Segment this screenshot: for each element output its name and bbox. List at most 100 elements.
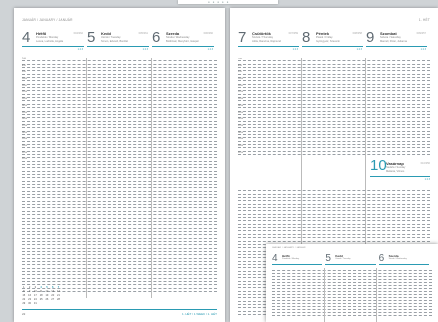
day-number: 7 [238, 29, 247, 46]
day-of-year: 009/357 [416, 32, 426, 35]
day-number: 6 [152, 29, 161, 46]
day-column: 9 Szombat Sobota / Saturday Marcell, Péter,… [366, 28, 430, 56]
page-header-month: JANUÁR / JANUARY / JANUÁR [22, 18, 73, 22]
hour-grid: 7.00 8.00 9.00 10.00 11.00 12.00 13.00 14.00 15.… [22, 58, 217, 293]
day-column: 6 Szerda Streda / Wednesday Boldizsár, Meny… [152, 28, 217, 56]
hour-label: 20.00 [238, 144, 244, 147]
hour-label: 16.00 [238, 118, 244, 121]
document-viewer: ● ● ● ● ● JANUÁR / JANUARY / JANUÁR 4 Hét… [0, 0, 438, 322]
hour-label: 15.00 [238, 111, 244, 114]
calendar-day[interactable] [51, 302, 55, 306]
planner-page-preview[interactable]: JANUÁR / JANUARY / JANUÁR 4 Hétfő Pondelok… [266, 244, 438, 322]
day-of-year: 008/358 [352, 32, 362, 35]
hour-label: 14.00 [22, 104, 28, 107]
calendar-day[interactable] [45, 302, 49, 306]
page-indicator-dots: ● ● ● ● ● [208, 0, 230, 4]
mini-marks: 1 2 3 [207, 48, 213, 51]
hour-label: 15.00 [22, 111, 28, 114]
day-rule [325, 264, 376, 265]
hour-label: 10.00 [238, 78, 244, 81]
calendar-day[interactable]: 31 [34, 302, 38, 306]
hour-label: 21.00 [22, 151, 28, 154]
hour-label: 17.00 [22, 124, 28, 127]
hour-label: 19.00 [238, 138, 244, 141]
page-header-week: 1. HÉT [418, 18, 430, 22]
calendar-day[interactable] [57, 302, 61, 306]
day-of-year: 006/360 [203, 32, 213, 35]
day-column: 7 Csütörtök Štvrtok / Thursday Attila, Ramó… [238, 28, 302, 56]
mini-marks: 1 2 3 [424, 178, 430, 181]
hour-label: 22.00 [22, 158, 28, 161]
hour-label: 12.00 [22, 91, 28, 94]
calendar-day[interactable]: 29 [22, 302, 26, 306]
column-divider [151, 58, 152, 298]
hour-label: 17.00 [238, 124, 244, 127]
hour-label: 14.00 [238, 104, 244, 107]
day-number: 9 [366, 29, 375, 46]
day-rule [378, 264, 429, 265]
hour-label: 18.00 [238, 131, 244, 134]
hour-label: 7.00 [22, 58, 26, 60]
hour-label: 21.00 [238, 151, 244, 154]
week-label: 1. HÉT / 1 WEEK / 1. HÉT [182, 312, 217, 316]
calendar-day[interactable]: 30 [28, 302, 32, 306]
day-rule [370, 176, 430, 177]
hour-label: 16.00 [22, 118, 28, 121]
calendar-day[interactable] [39, 302, 43, 306]
mini-marks: 1 2 3 [77, 48, 83, 51]
day-number: 5 [87, 29, 96, 46]
day-of-year: 010/356 [420, 162, 430, 165]
day-name-translation: Utorok / Tuesday [335, 258, 351, 260]
hour-label: 10.00 [22, 78, 28, 81]
previous-page-edge[interactable]: ● ● ● ● ● [178, 0, 278, 4]
hour-label: 18.00 [22, 131, 28, 134]
planner-page-left[interactable]: JANUÁR / JANUARY / JANUÁR 4 Hétfő Pondelok… [14, 8, 225, 322]
mini-marks: 1 2 3 [292, 48, 298, 51]
hour-label: 12.00 [238, 91, 244, 94]
day-of-year: 007/359 [288, 32, 298, 35]
day-number: 10 [370, 157, 387, 174]
day-name-translation: Pondelok / Monday [282, 258, 300, 260]
name-days: Attila, Ramóna, Rajmund [252, 39, 281, 43]
day-number: 4 [22, 29, 31, 46]
hour-label: 11.00 [238, 84, 243, 87]
day-of-year: 004/362 [73, 32, 83, 35]
column-divider [376, 268, 377, 322]
day-rule [238, 46, 299, 47]
day-number: 6 [378, 253, 385, 264]
day-rule [272, 264, 323, 265]
day-rule [152, 46, 214, 47]
day-rule [22, 46, 84, 47]
day-column: 8 Péntek Piatok / Friday Gyöngyvér, Szeveri… [302, 28, 366, 56]
hour-row[interactable]: 21.00 [238, 152, 430, 155]
day-column: 5 Kedd Utorok / Tuesday Simon, Edvard, Boni… [87, 28, 152, 56]
name-days: Gyöngyvér, Szeverin [316, 39, 340, 43]
mini-calendar: 1 2 3 4 5 6 7 8 9 10 11 12 13 14 15 16 17 18 19 20 21 22 23 24 2… [22, 286, 82, 306]
mini-marks: 1 2 3 [356, 48, 362, 51]
day-number: 4 [272, 253, 278, 264]
day-number: 8 [302, 29, 311, 46]
day-name-translation: Streda / Wednesday [388, 258, 407, 260]
day-rule [302, 46, 363, 47]
hour-label: 20.00 [22, 144, 28, 147]
name-days: Melánia, Vilmos [386, 169, 405, 173]
hour-label: 13.00 [22, 98, 28, 101]
column-divider [324, 268, 325, 322]
footer-rule [22, 309, 217, 310]
calendar-week: 29 30 31 [22, 302, 82, 306]
name-days: Marcell, Péter, Julianna [380, 39, 407, 43]
day-rule [87, 46, 149, 47]
page-header-month: JANUÁR / JANUARY / JANUÁR [272, 247, 306, 249]
day-of-year: 005/361 [138, 32, 148, 35]
day-headers: 7 Csütörtök Štvrtok / Thursday Attila, Ramó… [238, 28, 430, 56]
mini-marks: 1 2 3 [420, 48, 426, 51]
hour-label: 13.00 [238, 98, 244, 101]
hour-label: 9.00 [238, 71, 242, 74]
name-days: Simon, Edvard, Bonifác [101, 39, 129, 43]
hour-label: 7.00 [238, 58, 242, 60]
hour-label: 8.00 [238, 64, 242, 67]
day-number: 5 [325, 253, 331, 264]
mini-marks: 1 2 3 [142, 48, 148, 51]
hour-row[interactable] [272, 313, 432, 316]
sunday-header: 10 Vasárnap Nedeľa / Sunday Melánia, Vil… [370, 158, 430, 186]
